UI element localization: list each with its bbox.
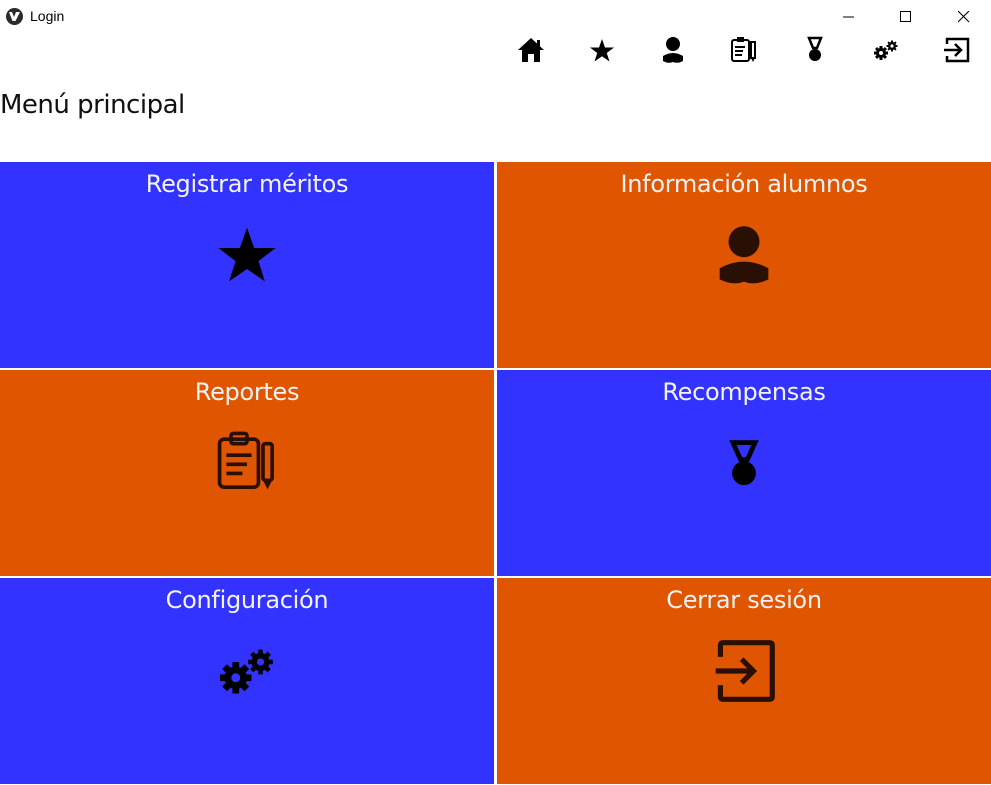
window-title: Login: [30, 8, 65, 24]
toolbar-user-button[interactable]: [657, 34, 689, 66]
tile-informacion-alumnos[interactable]: Información alumnos: [497, 162, 991, 368]
tile-label: Configuración: [165, 586, 329, 614]
gears-icon: [220, 649, 273, 694]
logout-icon: [944, 37, 970, 63]
tile-configuracion[interactable]: Configuración: [0, 578, 494, 784]
toolbar-medal-button[interactable]: [799, 34, 831, 66]
toolbar-logout-button[interactable]: [941, 34, 973, 66]
app-window: Login Menú principal Registrar méritos I…: [0, 0, 991, 785]
tile-recompensas[interactable]: Recompensas: [497, 370, 991, 576]
toolbar-report-button[interactable]: [728, 34, 760, 66]
medal-icon: [807, 36, 823, 61]
user-icon: [719, 226, 769, 284]
tile-label: Información alumnos: [620, 170, 868, 198]
toolbar-star-button[interactable]: [586, 34, 618, 66]
tile-reportes[interactable]: Reportes: [0, 370, 494, 576]
toolbar-settings-button[interactable]: [870, 34, 902, 66]
tile-label: Registrar méritos: [145, 170, 349, 198]
maximize-button[interactable]: [883, 0, 929, 32]
tile-label: Cerrar sesión: [666, 586, 822, 614]
tile-registrar-meritos[interactable]: Registrar méritos: [0, 162, 494, 368]
page-title: Menú principal: [0, 90, 185, 120]
report-icon: [217, 431, 274, 490]
user-icon: [663, 37, 683, 63]
star-icon: [590, 39, 614, 62]
gears-icon: [874, 40, 898, 60]
app-logo-icon: [6, 8, 23, 25]
minimize-button[interactable]: [826, 0, 872, 32]
close-button[interactable]: [941, 0, 987, 32]
star-icon: [218, 227, 276, 282]
medal-icon: [729, 440, 759, 486]
toolbar-home-button[interactable]: [515, 34, 547, 66]
tile-cerrar-sesion[interactable]: Cerrar sesión: [497, 578, 991, 784]
title-bar: Login: [0, 0, 991, 32]
logout-icon: [715, 640, 775, 702]
tile-label: Recompensas: [662, 378, 826, 406]
home-icon: [518, 38, 544, 62]
tile-label: Reportes: [194, 378, 300, 406]
report-icon: [731, 37, 756, 62]
